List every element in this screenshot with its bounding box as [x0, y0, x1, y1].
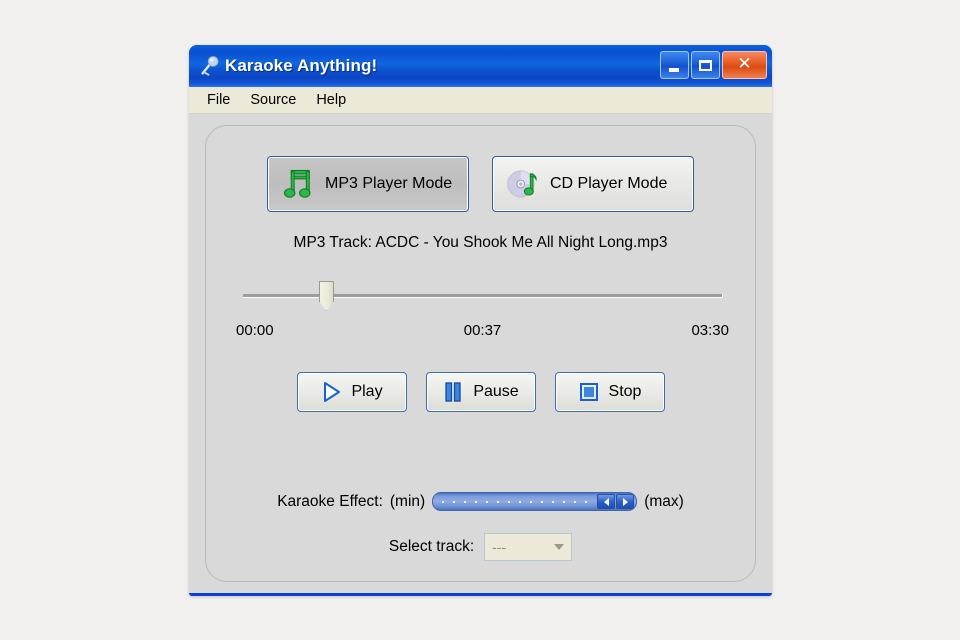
window-controls: ✕	[660, 51, 767, 79]
scroll-right-icon[interactable]	[616, 494, 635, 509]
client-area: MP3 Player Mode CD Player Mode MP3 Track…	[189, 114, 772, 593]
select-track-row: Select track: ---	[206, 533, 755, 561]
microphone-icon	[201, 56, 219, 76]
scroll-left-icon[interactable]	[597, 494, 616, 509]
menu-item-source[interactable]: Source	[240, 89, 306, 111]
minimize-icon	[669, 68, 679, 72]
title-bar: Karaoke Anything! ✕	[189, 45, 772, 87]
pause-button[interactable]: Pause	[425, 372, 536, 412]
position-slider-track	[243, 294, 723, 298]
window-title: Karaoke Anything!	[225, 56, 378, 75]
mode-button-row: MP3 Player Mode CD Player Mode	[206, 156, 755, 212]
play-label: Play	[351, 383, 383, 400]
select-track-dropdown[interactable]: ---	[484, 533, 573, 561]
cd-disc-note-icon	[507, 170, 537, 198]
close-icon: ✕	[737, 53, 752, 74]
current-track-label: MP3 Track: ACDC - You Shook Me All Night…	[293, 234, 668, 251]
chevron-down-icon[interactable]	[548, 535, 571, 559]
menu-bar: File Source Help	[189, 87, 772, 114]
cd-player-mode-label: CD Player Mode	[550, 175, 668, 192]
stop-button[interactable]: Stop	[554, 372, 665, 412]
pause-bars-icon	[445, 382, 461, 402]
maximize-icon	[699, 59, 712, 71]
stop-square-icon	[579, 383, 598, 401]
close-button[interactable]: ✕	[722, 51, 767, 79]
karaoke-effect-max-label: (max)	[644, 492, 684, 510]
stop-label: Stop	[608, 383, 642, 400]
maximize-button[interactable]	[691, 51, 720, 79]
play-triangle-icon	[324, 382, 341, 402]
cd-player-mode-button[interactable]: CD Player Mode	[492, 156, 694, 212]
time-labels: 00:00 00:37 03:30	[236, 322, 729, 342]
select-track-value: ---	[492, 539, 507, 555]
current-time-label: 00:37	[463, 322, 502, 339]
end-time-label: 03:30	[691, 322, 729, 339]
karaoke-effect-slider[interactable]	[432, 492, 638, 511]
position-slider[interactable]	[243, 278, 723, 314]
menu-item-file[interactable]: File	[197, 89, 240, 111]
select-track-label: Select track:	[388, 538, 475, 555]
music-note-icon	[283, 169, 311, 198]
pause-label: Pause	[473, 383, 519, 400]
mp3-player-mode-button[interactable]: MP3 Player Mode	[267, 156, 469, 212]
mp3-player-mode-label: MP3 Player Mode	[325, 175, 453, 192]
karaoke-effect-label: Karaoke Effect:	[277, 492, 383, 510]
karaoke-effect-row: Karaoke Effect: (min) (max)	[206, 492, 755, 511]
player-group-panel: MP3 Player Mode CD Player Mode MP3 Track…	[205, 125, 756, 582]
application-window: Karaoke Anything! ✕ File Source Help MP3…	[189, 45, 772, 596]
transport-controls: Play Pause Stop	[206, 372, 755, 412]
menu-item-help[interactable]: Help	[306, 89, 356, 111]
start-time-label: 00:00	[236, 322, 274, 339]
play-button[interactable]: Play	[296, 372, 407, 412]
minimize-button[interactable]	[660, 51, 689, 79]
karaoke-effect-track-dots	[442, 501, 595, 503]
position-slider-thumb[interactable]	[319, 281, 334, 311]
karaoke-effect-min-label: (min)	[389, 492, 426, 510]
